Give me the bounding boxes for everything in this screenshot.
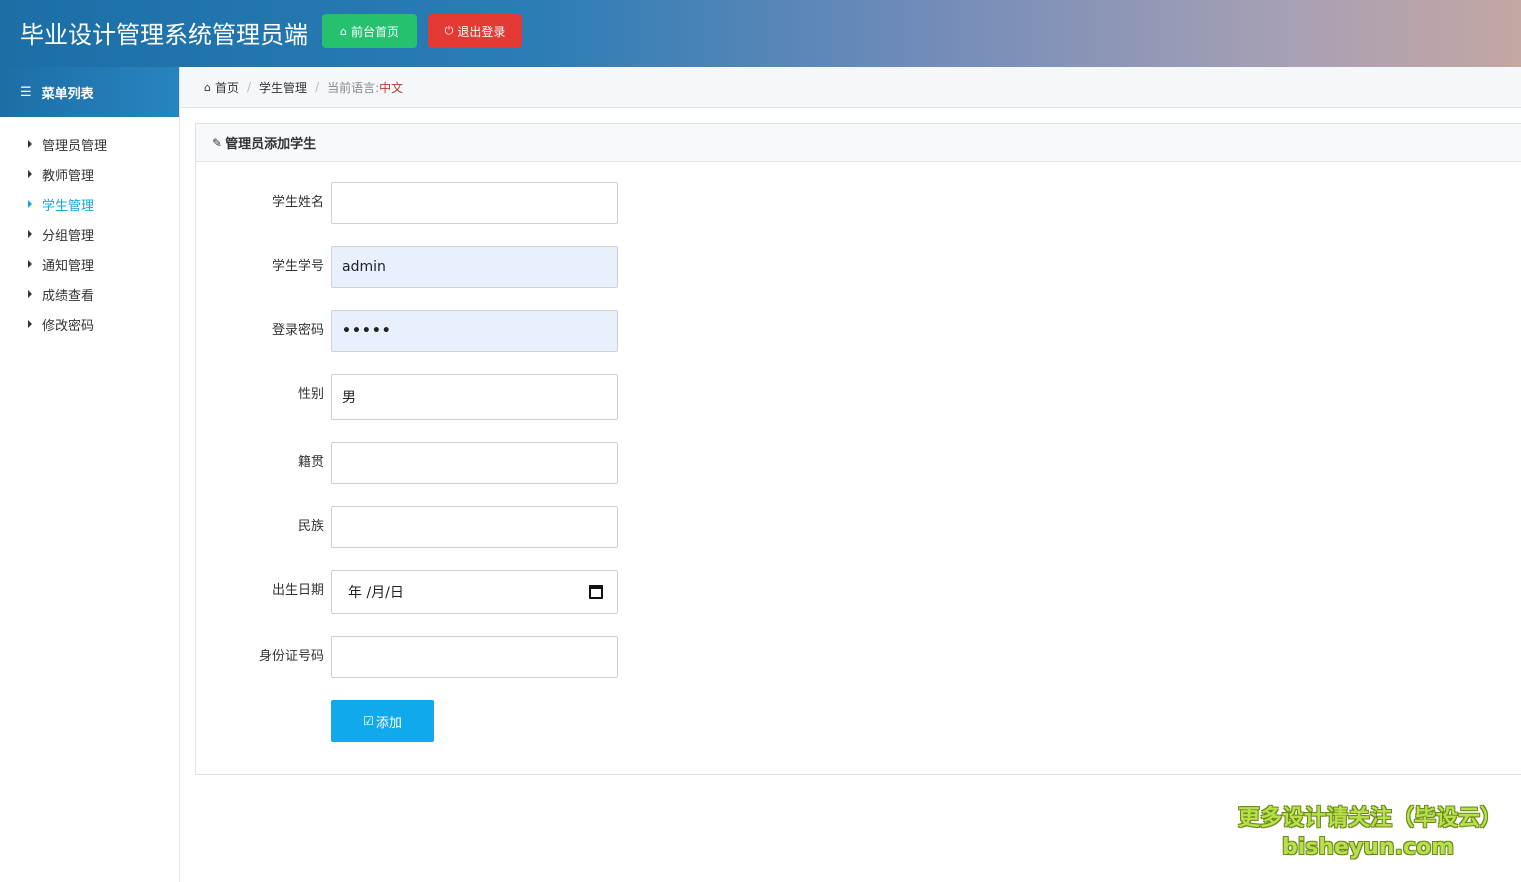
- sidebar-item-student[interactable]: 学生管理: [0, 189, 179, 219]
- caret-right-icon: [28, 200, 32, 208]
- menu-title: 菜单列表: [41, 86, 94, 102]
- breadcrumb: ⌂ 首页 / 学生管理 / 当前语言: 中文: [180, 67, 1521, 108]
- panel-title: 管理员添加学生: [225, 137, 317, 152]
- power-icon: ⏻: [444, 24, 454, 37]
- sidebar-item-password[interactable]: 修改密码: [0, 309, 179, 339]
- frontend-home-button[interactable]: ⌂ 前台首页: [322, 14, 417, 48]
- sidebar-item-label: 修改密码: [42, 318, 95, 334]
- home-icon: ⌂: [340, 24, 347, 38]
- gender-label: 性别: [297, 387, 324, 402]
- logout-label: 退出登录: [457, 24, 506, 39]
- native-place-input[interactable]: [331, 442, 618, 484]
- watermark-line2: bisheyun.com: [1281, 835, 1455, 860]
- watermark: 更多设计请关注（毕设云） bisheyun.com: [1238, 803, 1503, 861]
- top-header: 毕业设计管理系统管理员端 ⌂ 前台首页 ⏻ 退出登录: [0, 0, 1521, 67]
- sidebar-item-notice[interactable]: 通知管理: [0, 249, 179, 279]
- breadcrumb-separator: /: [315, 80, 320, 94]
- breadcrumb-section[interactable]: 学生管理: [259, 79, 307, 96]
- student-id-label: 学生学号: [271, 259, 324, 274]
- edit-icon: ✎: [212, 135, 223, 150]
- caret-right-icon: [28, 320, 32, 328]
- sidebar-item-teacher[interactable]: 教师管理: [0, 159, 179, 189]
- caret-right-icon: [28, 260, 32, 268]
- caret-right-icon: [28, 230, 32, 238]
- calendar-icon[interactable]: [589, 585, 603, 599]
- logout-button[interactable]: ⏻ 退出登录: [428, 14, 522, 48]
- sidebar-item-grades[interactable]: 成绩查看: [0, 279, 179, 309]
- breadcrumb-separator: /: [247, 80, 252, 94]
- home-icon: ⌂: [204, 80, 211, 94]
- sidebar-item-group[interactable]: 分组管理: [0, 219, 179, 249]
- check-square-icon: ☑: [363, 714, 374, 728]
- sidebar: ☰ 菜单列表 管理员管理 教师管理 学生管理 分组管理 通知管理 成绩查看 修改…: [0, 67, 180, 882]
- caret-right-icon: [28, 140, 32, 148]
- language-label: 当前语言:: [327, 80, 380, 95]
- watermark-line1: 更多设计请关注（毕设云）: [1238, 806, 1503, 831]
- add-button[interactable]: ☑ 添加: [331, 700, 434, 742]
- sidebar-item-label: 成绩查看: [42, 288, 95, 304]
- caret-right-icon: [28, 170, 32, 178]
- sidebar-item-label: 教师管理: [42, 168, 95, 184]
- ethnicity-label: 民族: [297, 519, 324, 534]
- add-button-label: 添加: [375, 715, 402, 731]
- gender-select[interactable]: 男: [331, 374, 618, 420]
- native-place-label: 籍贯: [297, 455, 324, 470]
- sidebar-item-admin[interactable]: 管理员管理: [0, 129, 179, 159]
- student-id-input[interactable]: admin: [331, 246, 618, 288]
- birth-date-label: 出生日期: [271, 583, 324, 598]
- language-value: 中文: [379, 80, 404, 95]
- sidebar-item-label: 通知管理: [42, 258, 95, 274]
- password-label: 登录密码: [271, 323, 324, 338]
- id-card-input[interactable]: [331, 636, 618, 678]
- app-title: 毕业设计管理系统管理员端: [20, 21, 308, 49]
- birth-date-input[interactable]: 年 /月/日: [331, 570, 618, 614]
- list-icon: ☰: [20, 84, 32, 100]
- breadcrumb-home-link[interactable]: 首页: [215, 79, 239, 96]
- menu-header: ☰ 菜单列表: [0, 67, 179, 117]
- frontend-home-label: 前台首页: [350, 24, 399, 39]
- menu-list: 管理员管理 教师管理 学生管理 分组管理 通知管理 成绩查看 修改密码: [0, 117, 179, 339]
- sidebar-item-label: 学生管理: [42, 198, 95, 214]
- sidebar-item-label: 分组管理: [42, 228, 95, 244]
- caret-right-icon: [28, 290, 32, 298]
- student-name-label: 学生姓名: [271, 195, 324, 210]
- password-input[interactable]: •••••: [331, 310, 618, 352]
- ethnicity-input[interactable]: [331, 506, 618, 548]
- id-card-label: 身份证号码: [258, 649, 324, 664]
- sidebar-item-label: 管理员管理: [42, 138, 108, 154]
- student-name-input[interactable]: [331, 182, 618, 224]
- date-placeholder: 年 /月/日: [348, 585, 404, 601]
- panel-header: ✎ 管理员添加学生: [196, 124, 1521, 162]
